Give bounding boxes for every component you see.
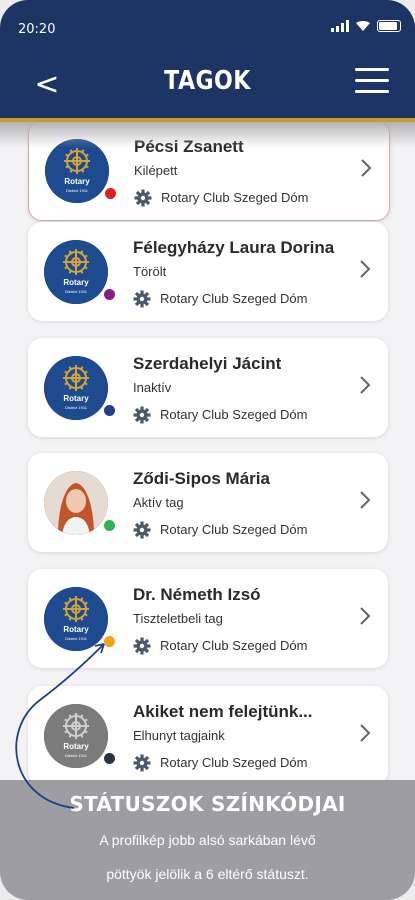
status-dot bbox=[103, 186, 118, 201]
member-card[interactable]: Rotary District 1911 Szerdahelyi Jácint … bbox=[28, 338, 388, 437]
member-card[interactable]: Rotary District 1911 Akiket nem felejtün… bbox=[28, 686, 388, 785]
battery-icon bbox=[377, 20, 401, 32]
chevron-right-icon bbox=[360, 376, 371, 394]
gear-icon bbox=[133, 406, 151, 424]
gear-icon bbox=[133, 290, 151, 308]
chevron-right-icon bbox=[360, 260, 371, 278]
status-time: 20:20 bbox=[18, 22, 56, 37]
svg-text:Rotary: Rotary bbox=[63, 625, 89, 634]
svg-text:District 1911: District 1911 bbox=[65, 405, 88, 410]
phone-screen: 20:20 < TAGOK Rotary District 1911 Pécsi… bbox=[0, 0, 415, 900]
member-card[interactable]: Rotary District 1911 Félegyházy Laura Do… bbox=[28, 222, 388, 321]
avatar: Rotary District 1911 bbox=[44, 240, 108, 304]
member-name: Ződi-Sipos Mária bbox=[133, 469, 270, 488]
avatar: Rotary District 1911 bbox=[44, 356, 108, 420]
member-card[interactable]: Rotary District 1911 Dr. Németh Izsó Tis… bbox=[28, 569, 388, 668]
app-header: < TAGOK bbox=[0, 58, 415, 122]
member-status: Tiszteletbeli tag bbox=[133, 611, 223, 626]
status-dot bbox=[102, 751, 117, 766]
chevron-right-icon bbox=[361, 159, 372, 177]
system-icons bbox=[331, 20, 401, 32]
member-card[interactable]: Rotary District 1911 Pécsi Zsanett Kilép… bbox=[28, 120, 390, 221]
svg-text:District 1911: District 1911 bbox=[65, 289, 88, 294]
svg-text:District 1911: District 1911 bbox=[66, 188, 89, 193]
avatar: Rotary District 1911 bbox=[44, 587, 108, 651]
member-status: Kilépett bbox=[134, 163, 178, 178]
member-status: Elhunyt tagjaink bbox=[133, 728, 225, 743]
member-name: Akiket nem felejtünk... bbox=[133, 702, 313, 721]
svg-text:Rotary: Rotary bbox=[63, 742, 89, 751]
gear-icon bbox=[133, 754, 151, 772]
chevron-right-icon bbox=[360, 491, 371, 509]
overlay-text-line1: A profilkép jobb alsó sarkában lévő bbox=[99, 832, 316, 848]
status-bar: 20:20 bbox=[0, 0, 415, 58]
member-club: Rotary Club Szeged Dóm bbox=[160, 522, 308, 537]
overlay-title: STÁTUSZOK SZÍNKÓDJAI bbox=[69, 792, 346, 816]
member-card[interactable]: Ződi-Sipos Mária Aktív tag Rotary Club S… bbox=[28, 453, 388, 552]
chevron-right-icon bbox=[360, 724, 371, 742]
avatar: Rotary District 1911 bbox=[45, 139, 109, 203]
member-club: Rotary Club Szeged Dóm bbox=[160, 407, 308, 422]
page-title: TAGOK bbox=[164, 66, 251, 96]
member-club: Rotary Club Szeged Dóm bbox=[160, 755, 308, 770]
member-name: Dr. Németh Izsó bbox=[133, 585, 261, 604]
member-club: Rotary Club Szeged Dóm bbox=[161, 190, 309, 205]
svg-text:District 1911: District 1911 bbox=[65, 636, 88, 641]
avatar bbox=[44, 471, 108, 535]
member-club: Rotary Club Szeged Dóm bbox=[160, 638, 308, 653]
gear-icon bbox=[134, 189, 152, 207]
svg-text:Rotary: Rotary bbox=[63, 278, 89, 287]
avatar: Rotary District 1911 bbox=[44, 704, 108, 768]
member-club: Rotary Club Szeged Dóm bbox=[160, 291, 308, 306]
hamburger-menu-icon[interactable] bbox=[355, 68, 389, 96]
member-name: Félegyházy Laura Dorina bbox=[133, 238, 335, 257]
status-dot bbox=[102, 634, 117, 649]
member-status: Törölt bbox=[133, 264, 167, 279]
svg-text:Rotary: Rotary bbox=[64, 177, 90, 186]
status-dot bbox=[102, 403, 117, 418]
svg-text:Rotary: Rotary bbox=[63, 394, 89, 403]
status-dot bbox=[102, 518, 117, 533]
member-status: Inaktív bbox=[133, 380, 172, 395]
svg-text:District 1911: District 1911 bbox=[65, 753, 88, 758]
member-name: Pécsi Zsanett bbox=[134, 137, 244, 156]
status-dot bbox=[102, 287, 117, 302]
member-name: Szerdahelyi Jácint bbox=[133, 354, 282, 373]
gear-icon bbox=[133, 637, 151, 655]
overlay-text-line2: pöttyök jelölik a 6 eltérő státuszt. bbox=[106, 866, 309, 882]
member-status: Aktív tag bbox=[133, 495, 184, 510]
wifi-icon bbox=[356, 20, 370, 31]
status-color-hint-overlay: STÁTUSZOK SZÍNKÓDJAI A profilkép jobb al… bbox=[0, 780, 415, 900]
chevron-right-icon bbox=[360, 607, 371, 625]
signal-icon bbox=[331, 20, 349, 32]
gear-icon bbox=[133, 521, 151, 539]
